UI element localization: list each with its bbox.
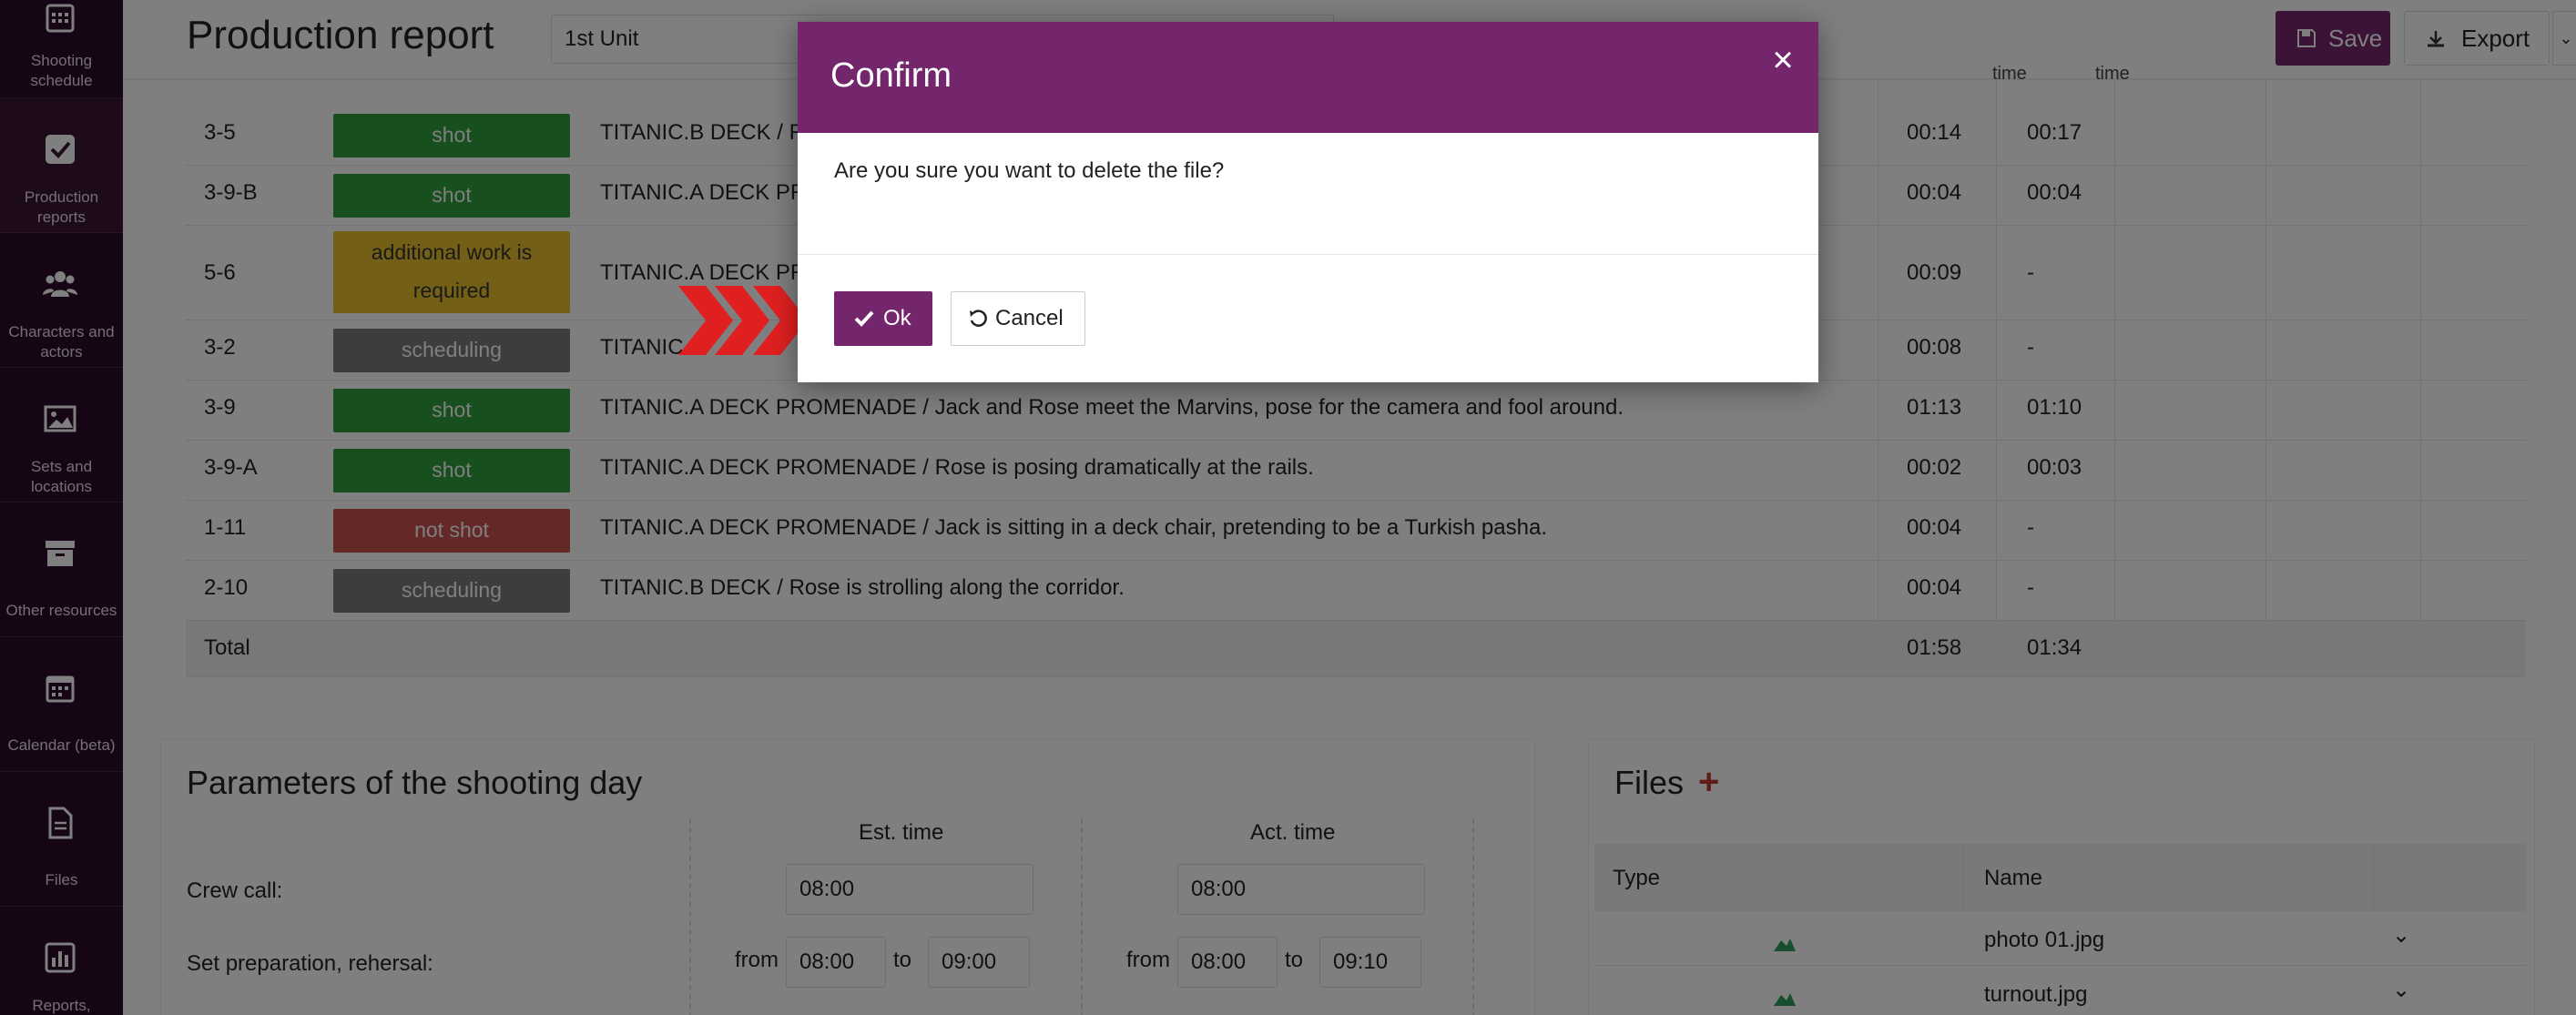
app-root: Shooting schedule Production reports Cha…: [0, 0, 2576, 1015]
check-icon: [854, 310, 874, 327]
chevron-pointer-icon: [678, 286, 808, 355]
close-icon[interactable]: ×: [1763, 40, 1803, 80]
cancel-button[interactable]: Cancel: [951, 291, 1085, 346]
cancel-label: Cancel: [995, 306, 1064, 330]
ok-label: Ok: [883, 306, 911, 330]
dialog-header: Confirm ×: [798, 22, 1818, 133]
undo-icon: [970, 310, 987, 327]
dialog-divider: [798, 254, 1818, 255]
ok-button[interactable]: Ok: [834, 291, 932, 346]
confirm-dialog: Confirm × Are you sure you want to delet…: [798, 22, 1818, 382]
dialog-title: Confirm: [830, 56, 952, 95]
dialog-message: Are you sure you want to delete the file…: [834, 158, 1225, 183]
